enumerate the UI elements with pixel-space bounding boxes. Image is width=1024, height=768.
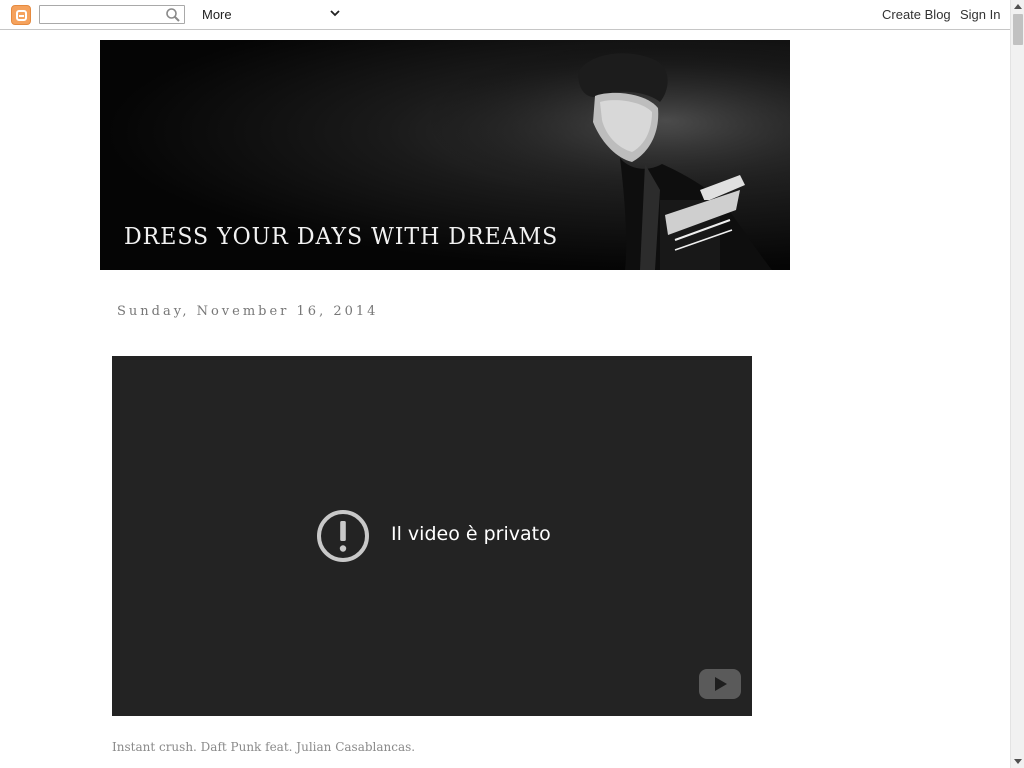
chevron-down-icon	[330, 10, 340, 17]
youtube-logo-icon[interactable]	[699, 669, 741, 699]
video-private-message: Il video è privato	[391, 523, 551, 545]
blog-title[interactable]: DRESS YOUR DAYS WITH DREAMS	[124, 224, 558, 250]
search-icon[interactable]	[165, 7, 181, 23]
sign-in-link[interactable]: Sign In	[960, 7, 1000, 22]
more-dropdown[interactable]: More	[198, 5, 344, 24]
youtube-video-embed[interactable]: Il video è privato	[112, 356, 752, 716]
scroll-thumb[interactable]	[1013, 14, 1023, 45]
post-date-header: Sunday, November 16, 2014	[117, 304, 379, 319]
vertical-scrollbar[interactable]	[1010, 0, 1024, 768]
post-caption: Instant crush. Daft Punk feat. Julian Ca…	[112, 740, 416, 754]
create-blog-link[interactable]: Create Blog	[882, 7, 951, 22]
search-input[interactable]	[42, 7, 162, 22]
scroll-up-arrow-icon[interactable]	[1014, 4, 1022, 9]
blogger-logo-icon[interactable]	[11, 5, 31, 25]
warning-circle-icon	[317, 510, 369, 562]
scroll-down-arrow-icon[interactable]	[1014, 759, 1022, 764]
blogger-navbar: More Create Blog Sign In	[0, 0, 1010, 30]
search-box[interactable]	[39, 5, 185, 24]
more-dropdown-label: More	[202, 7, 232, 22]
blog-header-banner[interactable]: DRESS YOUR DAYS WITH DREAMS	[100, 40, 790, 270]
